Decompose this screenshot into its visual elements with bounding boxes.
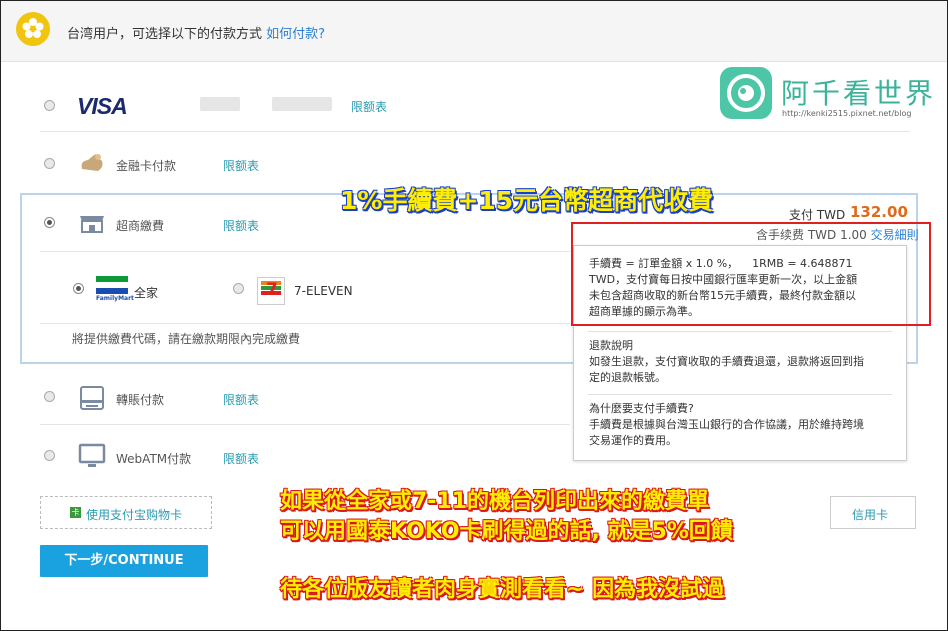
transfer-limit-link[interactable]: 限额表 [223,391,259,408]
red-highlight-box [571,222,931,326]
webatm-limit-link[interactable]: 限额表 [223,450,259,467]
seven-eleven-label: 7-ELEVEN [294,284,353,298]
flower-logo-icon [16,12,50,46]
annotation-fee: 1%手續費+15元台幣超商代收費 [340,186,714,215]
familymart-label: 全家 [134,286,159,300]
popup-divider [588,331,892,332]
shopping-card-label: 使用支付宝购物卡 [86,508,183,522]
card-number-blurred [200,97,240,111]
familymart-logo: FamilyMart [96,276,134,306]
why-line: 交易運作的費用。 [589,434,677,447]
divider [40,424,570,425]
watermark-title: 阿千看世界 [781,77,937,110]
divider [40,323,570,324]
divider [40,251,570,252]
blog-logo-icon [720,67,772,119]
debit-limit-link[interactable]: 限额表 [223,157,259,174]
annotation-test: 待各位版友讀者肉身實測看看~ 因為我沒試過 [280,577,725,602]
webatm-radio[interactable] [44,450,55,461]
why-title: 為什麼要支付手續費? [589,402,694,415]
why-line: 手續費是根據與台灣玉山銀行的合作協議，用於維持跨境 [589,418,864,431]
transfer-label: 轉賬付款 [116,393,165,407]
transfer-radio[interactable] [44,391,55,402]
seven-eleven-logo: 7 [257,277,285,305]
debit-label: 金融卡付款 [116,159,177,173]
store-label: 超商繳費 [116,219,165,233]
refund-title: 退款說明 [589,339,633,352]
store-radio[interactable] [44,217,55,228]
visa-radio[interactable] [44,100,55,111]
pay-amount: 132.00 [850,203,908,221]
monitor-icon [78,443,106,467]
card-icon: 卡 [70,507,81,518]
divider [40,131,910,132]
pay-currency-label: 支付 TWD [789,208,846,222]
visa-logo: VISA [77,93,128,119]
debit-card-icon [78,151,106,175]
how-to-pay-link[interactable]: 如何付款? [266,27,325,42]
webatm-label: WebATM付款 [116,452,192,466]
store-note: 將提供繳費代碼，請在繳款期限內完成繳費 [72,332,301,346]
annotation-koko-line2: 可以用國泰KOKO卡刷得過的話, 就是5%回饋 [280,519,733,544]
watermark-url: http://kenki2515.pixnet.net/blog [782,109,912,118]
header-instruction: 台湾用户，可选择以下的付款方式 如何付款? [67,23,325,42]
card-name-blurred [272,97,332,111]
familymart-radio[interactable] [73,283,84,294]
store-limit-link[interactable]: 限额表 [223,217,259,234]
popup-divider [588,394,892,395]
refund-line: 定的退款帳號。 [589,371,666,384]
store-icon [78,210,106,234]
seven-eleven-radio[interactable] [233,283,244,294]
transfer-icon [78,385,106,410]
debit-radio[interactable] [44,158,55,169]
next-continue-button[interactable]: 下一步/CONTINUE [40,545,208,577]
familymart-logo-text: FamilyMart [96,295,134,302]
header-label: 台湾用户，可选择以下的付款方式 [67,27,263,42]
visa-limit-link[interactable]: 限额表 [351,98,387,115]
credit-card-label: 信用卡 [852,508,889,522]
annotation-koko-line1: 如果從全家或7-11的機台列印出來的繳費單 [280,489,710,514]
refund-line: 如發生退款，支付寶收取的手續費退還，退款將返回到指 [589,355,864,368]
